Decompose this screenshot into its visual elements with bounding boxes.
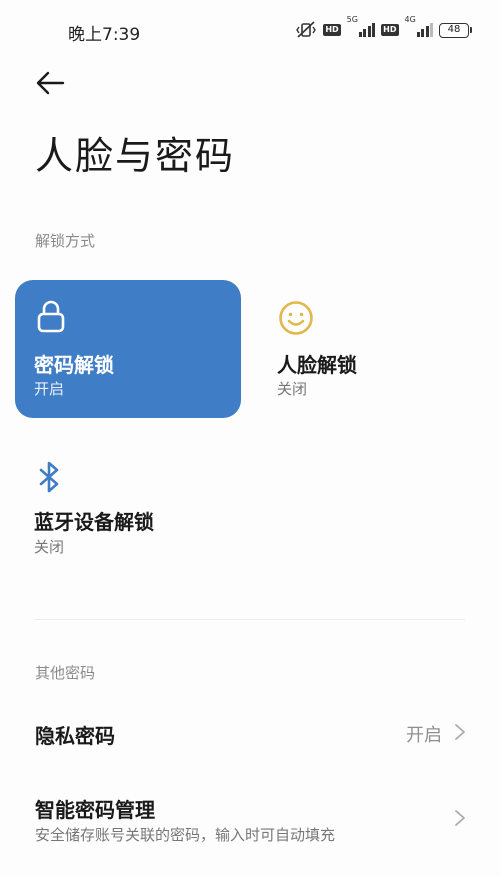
signal-strength-icon: 4G [405, 15, 433, 37]
hd-badge: HD [381, 24, 399, 36]
chevron-right-icon [455, 724, 465, 740]
face-unlock-card[interactable]: 人脸解锁 关闭 [258, 280, 484, 418]
back-arrow-icon [36, 71, 65, 95]
bluetooth-icon [39, 461, 59, 493]
battery-level: 48 [439, 22, 469, 38]
smart-password-manager-row[interactable]: 智能密码管理 安全储存账号关联的密码，输入时可自动填充 [0, 780, 500, 860]
row-title: 隐私密码 [35, 724, 115, 748]
privacy-password-row[interactable]: 隐私密码 开启 [0, 700, 500, 764]
card-title: 人脸解锁 [277, 353, 357, 377]
bluetooth-unlock-card[interactable]: 蓝牙设备解锁 关闭 [15, 440, 241, 578]
network-type-label: 4G [404, 15, 416, 24]
card-title: 密码解锁 [34, 353, 114, 377]
status-time: 晚上7:39 [68, 25, 141, 45]
signal-strength-icon: 5G [347, 15, 376, 37]
status-icons: HD 5G HD 4G 48 [295, 15, 472, 39]
battery-icon: 48 [439, 22, 472, 38]
back-button[interactable] [34, 68, 66, 98]
network-type-label: 5G [346, 15, 358, 24]
other-passwords-header: 其他密码 [35, 664, 96, 682]
chevron-right-icon [455, 810, 465, 826]
vibrate-mute-icon [296, 21, 317, 38]
page-title: 人脸与密码 [35, 134, 236, 178]
card-title: 蓝牙设备解锁 [34, 510, 154, 534]
row-value: 开启 [406, 725, 442, 746]
smiley-face-icon [279, 301, 313, 335]
card-status: 开启 [34, 380, 65, 398]
section-divider [35, 619, 465, 620]
status-bar: 晚上7:39 HD 5G HD 4G 48 [0, 0, 500, 62]
hd-badge: HD [323, 24, 341, 36]
row-title: 智能密码管理 [35, 798, 155, 822]
lock-icon [37, 300, 65, 333]
unlock-methods-header: 解锁方式 [35, 232, 96, 250]
row-subtitle: 安全储存账号关联的密码，输入时可自动填充 [35, 826, 336, 844]
password-unlock-card[interactable]: 密码解锁 开启 [15, 280, 241, 418]
card-status: 关闭 [34, 538, 65, 556]
card-status: 关闭 [277, 380, 308, 398]
